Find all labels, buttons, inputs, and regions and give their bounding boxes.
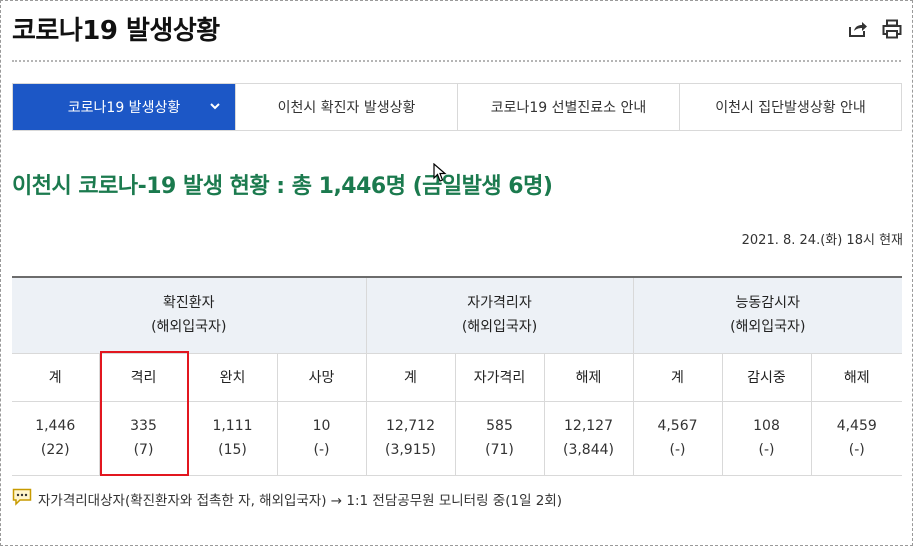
covid-stats-table: 확진환자 (해외입국자) 자가격리자 (해외입국자) 능동감시자 (해외입국자)… — [12, 276, 902, 476]
footnote: 자가격리대상자(확진환자와 접촉한 자, 해외입국자) → 1:1 전담공무원 … — [12, 488, 562, 510]
speech-bubble-icon — [12, 488, 32, 510]
group-name: 확진환자 — [162, 295, 215, 312]
column-header: 해제 — [810, 352, 902, 402]
group-sub: (해외입국자) — [730, 319, 806, 336]
column-header: 계 — [632, 352, 723, 402]
cell-confirmed-deaths: 10 (-) — [276, 400, 367, 476]
cell-quarantine-total: 12,712 (3,915) — [365, 400, 456, 476]
print-icon[interactable] — [881, 18, 903, 40]
column-header: 감시중 — [721, 352, 812, 402]
column-header: 격리 — [98, 352, 189, 402]
cell-quarantine-current: 585 (71) — [454, 400, 545, 476]
column-header: 완치 — [187, 352, 278, 402]
group-name: 능동감시자 — [735, 295, 800, 312]
cell-monitoring-current: 108 (-) — [721, 400, 812, 476]
tab-bar: 코로나19 발생상황 이천시 확진자 발생상황 코로나19 선별진료소 안내 이… — [12, 83, 902, 131]
cell-monitoring-released: 4,459 (-) — [810, 400, 902, 476]
chevron-down-icon — [209, 100, 221, 116]
share-icon[interactable] — [847, 18, 869, 40]
column-header: 해제 — [543, 352, 634, 402]
tab-label: 이천시 확진자 발생상황 — [277, 100, 416, 116]
group-header-active-monitoring: 능동감시자 (해외입국자) — [632, 276, 902, 354]
page-title: 코로나19 발생상황 — [12, 16, 220, 46]
column-header: 계 — [12, 352, 100, 402]
cell-quarantine-released: 12,127 (3,844) — [543, 400, 634, 476]
cell-confirmed-recovered: 1,111 (15) — [187, 400, 278, 476]
column-header-row: 계 격리 완치 사망 계 자가격리 해제 계 감시중 해제 — [12, 352, 902, 402]
group-header-confirmed: 확진환자 (해외입국자) — [12, 276, 367, 354]
tab-label: 코로나19 선별진료소 안내 — [490, 100, 647, 116]
group-sub: (해외입국자) — [151, 319, 227, 336]
column-header: 계 — [365, 352, 456, 402]
as-of-timestamp: 2021. 8. 24.(화) 18시 현재 — [741, 233, 903, 248]
tab-icheon-confirmed[interactable]: 이천시 확진자 발생상황 — [235, 84, 457, 130]
tab-covid-status[interactable]: 코로나19 발생상황 — [13, 84, 235, 130]
title-divider — [12, 60, 901, 62]
tab-screening-clinics[interactable]: 코로나19 선별진료소 안내 — [457, 84, 679, 130]
column-header: 자가격리 — [454, 352, 545, 402]
cell-confirmed-total: 1,446 (22) — [12, 400, 100, 476]
page-tools — [847, 18, 903, 40]
group-sub: (해외입국자) — [461, 319, 538, 336]
cell-confirmed-isolation: 335 (7) — [98, 400, 189, 476]
tab-cluster-outbreaks[interactable]: 이천시 집단발생상황 안내 — [679, 84, 901, 130]
mouse-pointer-icon — [433, 162, 447, 187]
status-headline: 이천시 코로나-19 발생 현황 : 총 1,446명 (금일발생 6명) — [12, 174, 553, 199]
group-header-self-quarantine: 자가격리자 (해외입국자) — [365, 276, 634, 354]
table-row: 1,446 (22) 335 (7) 1,111 (15) 10 (-) 12,712(… — [12, 400, 902, 476]
group-header-row: 확진환자 (해외입국자) 자가격리자 (해외입국자) 능동감시자 (해외입국자) — [12, 276, 902, 354]
cell-monitoring-total: 4,567 (-) — [632, 400, 723, 476]
column-header: 사망 — [276, 352, 367, 402]
footnote-text: 자가격리대상자(확진환자와 접촉한 자, 해외입국자) → 1:1 전담공무원 … — [38, 493, 563, 509]
group-name: 자가격리자 — [467, 295, 532, 312]
tab-label: 이천시 집단발생상황 안내 — [715, 100, 866, 116]
tab-label: 코로나19 발생상황 — [67, 100, 181, 116]
